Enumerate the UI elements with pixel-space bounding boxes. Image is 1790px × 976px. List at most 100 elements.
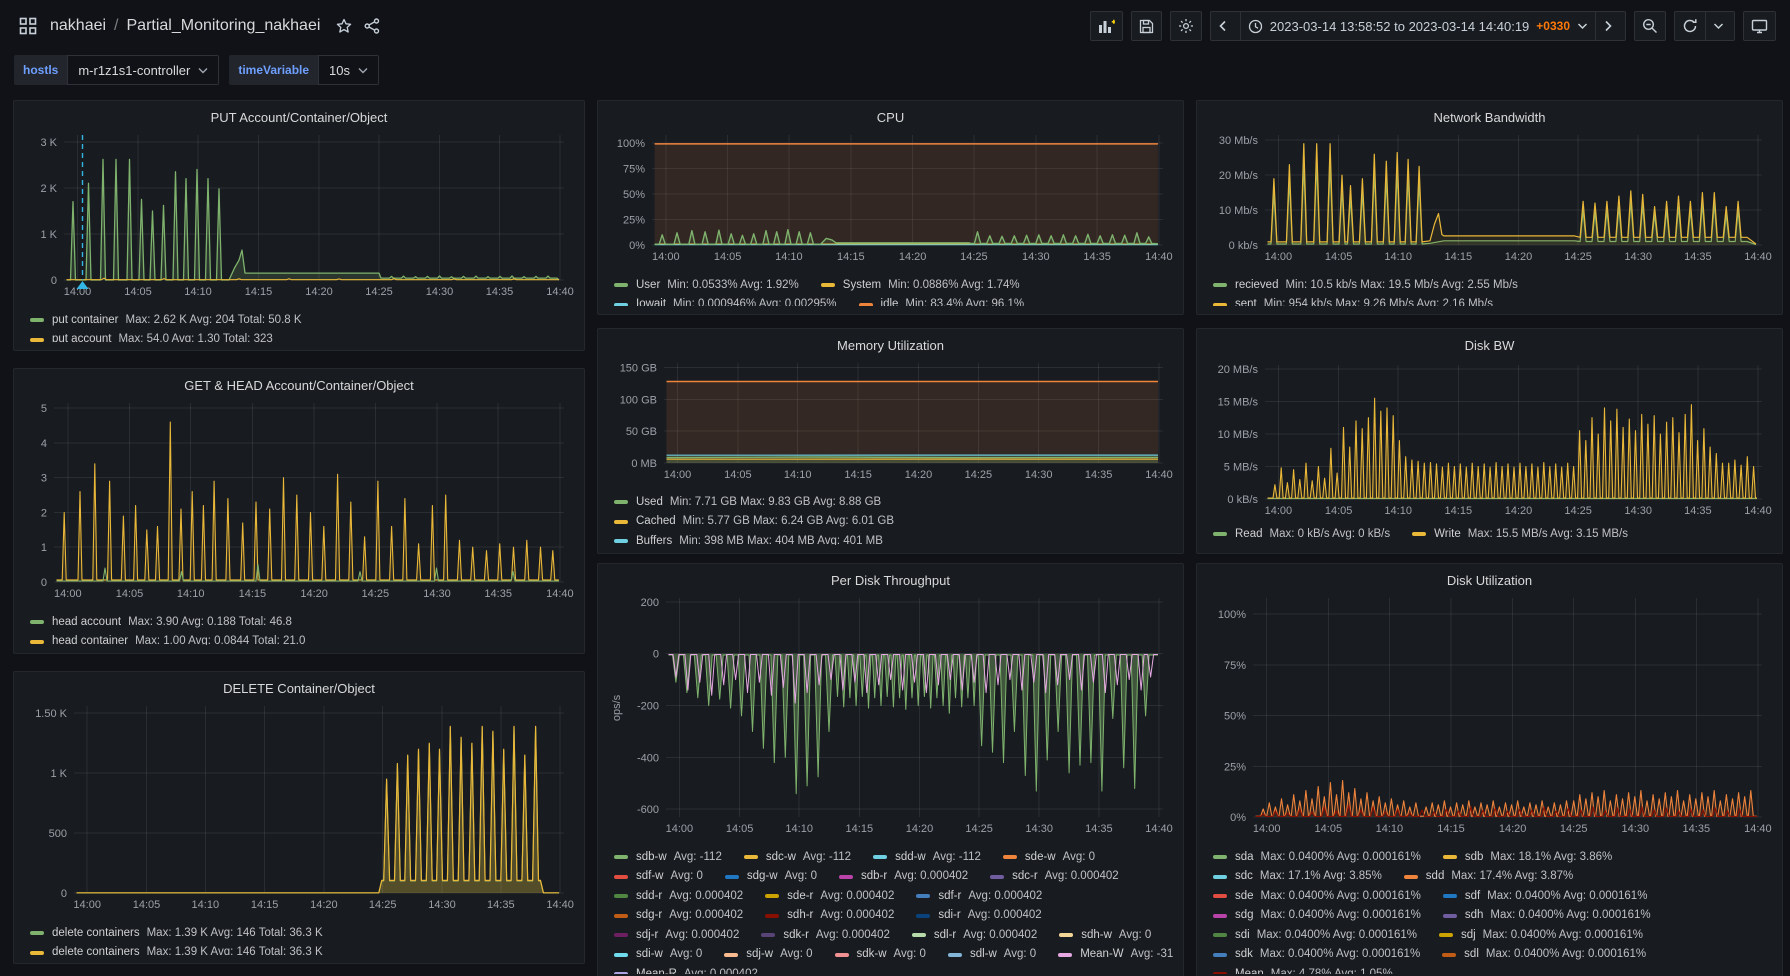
panel-title[interactable]: Network Bandwidth (1207, 107, 1772, 129)
legend-item-sdj[interactable]: sdj Max: 0.0400% Avg: 0.000161% (1438, 927, 1643, 944)
refresh-interval-dropdown[interactable] (1705, 11, 1735, 41)
panel-chart[interactable]: 01 K2 K3 K 14:00 14:05 14:10 14:15 14:20 14:25… (24, 129, 574, 305)
legend-item-sdc[interactable]: sdc Max: 17.1% Avg: 3.85% (1213, 868, 1382, 885)
legend-item-sde-r[interactable]: sde-r Avg: 0.000402 (765, 888, 894, 905)
legend-item-recieved[interactable]: recieved Min: 10.5 kb/s Max: 19.5 Mb/s Av… (1213, 277, 1518, 294)
add-panel-button[interactable] (1089, 11, 1123, 41)
legend-item-sdg-r[interactable]: sdg-r Avg: 0.000402 (614, 907, 743, 924)
svg-text:14:15: 14:15 (1445, 505, 1473, 517)
panel-chart[interactable]: 0 MB 50 GB 100 GB 150 GB 14:00 14:05 14:10 14:1… (608, 357, 1173, 487)
legend-item-delete-containers[interactable]: delete containers Max: 1.39 K Avg: 146 To… (30, 944, 323, 955)
kiosk-mode-button[interactable] (1743, 11, 1776, 41)
legend-item-sdk[interactable]: sdk Max: 0.0400% Avg: 0.000161% (1213, 946, 1420, 963)
variable-hostls-label: hostls (14, 55, 68, 85)
legend-item-sdd-r[interactable]: sdd-r Avg: 0.000402 (614, 888, 743, 905)
legend-item-sdc-w[interactable]: sdc-w Avg: -112 (743, 849, 851, 866)
legend-item-sdl-r[interactable]: sdl-r Avg: 0.000402 (911, 927, 1037, 944)
legend-item-sdb-w[interactable]: sdb-w Avg: -112 (614, 849, 722, 866)
panel-title[interactable]: Disk Utilization (1207, 570, 1772, 592)
legend-item-sdl-w[interactable]: sdl-w Avg: 0 (947, 946, 1036, 963)
svg-text:14:40: 14:40 (1145, 469, 1173, 481)
legend-item-sda[interactable]: sda Max: 0.0400% Avg: 0.000161% (1213, 849, 1421, 866)
legend-item-user[interactable]: User Min: 0.0533% Avg: 1.92% (614, 277, 799, 294)
legend-item-sdd-w[interactable]: sdd-w Avg: -112 (873, 849, 981, 866)
legend-item-sdh-w[interactable]: sdh-w Avg: 0 (1059, 927, 1151, 944)
legend-item-sdb-r[interactable]: sdb-r Avg: 0.000402 (838, 868, 968, 885)
legend-item-sdk-w[interactable]: sdk-w Avg: 0 (834, 946, 926, 963)
panel-title[interactable]: CPU (608, 107, 1173, 129)
variable-hostls-value-dropdown[interactable]: m-r1z1s1-controller (67, 55, 220, 85)
legend-item-put-container[interactable]: put container Max: 2.62 K Avg: 204 Total:… (30, 312, 302, 329)
legend-item-sdd[interactable]: sdd Max: 17.4% Avg: 3.87% (1403, 868, 1573, 885)
legend-item-sdg[interactable]: sdg Max: 0.0400% Avg: 0.000161% (1213, 907, 1421, 924)
breadcrumb-dashboard-title: Partial_Monitoring_nakhaei (126, 17, 321, 34)
svg-text:14:30: 14:30 (1624, 505, 1652, 517)
legend-item-head-account[interactable]: head account Max: 3.90 Avg: 0.188 Total: … (30, 614, 292, 631)
legend-item-cached[interactable]: Cached Min: 5.77 GB Max: 6.24 GB Avg: 6.0… (614, 513, 894, 530)
legend-item-sdl[interactable]: sdl Max: 0.0400% Avg: 0.000161% (1442, 946, 1646, 963)
panel-chart[interactable]: 0 kb/s 10 Mb/s 20 Mb/s 30 Mb/s 14:00 14:05 14:… (1207, 129, 1772, 270)
legend-item-sdf-w[interactable]: sdf-w Avg: 0 (614, 868, 703, 885)
legend-item-delete-containers[interactable]: delete containers Max: 1.39 K Avg: 146 To… (30, 925, 323, 942)
panel-chart[interactable]: 0 500 1 K 1.50 K 14:00 14:05 14:10 14:15 14:20 14… (24, 700, 574, 918)
save-dashboard-button[interactable] (1130, 11, 1162, 41)
time-range-forward-button[interactable] (1596, 11, 1626, 41)
panel-title[interactable]: Per Disk Throughput (608, 570, 1173, 592)
panel-disk-utilization: Disk Utilization 0% 25% 50% 75% 100% 14:00 14:… (1196, 563, 1783, 976)
legend-item-sdh-r[interactable]: sdh-r Avg: 0.000402 (765, 907, 894, 924)
share-icon[interactable] (358, 12, 386, 40)
panel-chart[interactable]: 0% 25% 50% 75% 100% 14:00 14:05 14:10 14:15 14:20… (1207, 592, 1772, 842)
zoom-out-button[interactable] (1634, 11, 1666, 41)
panel-title[interactable]: GET & HEAD Account/Container/Object (24, 375, 574, 397)
legend-item-sdi-r[interactable]: sdi-r Avg: 0.000402 (916, 907, 1042, 924)
legend-item-sdi[interactable]: sdi Max: 0.0400% Avg: 0.000161% (1213, 927, 1417, 944)
legend-item-idle[interactable]: idle Min: 83.4% Avg: 96.1% (858, 296, 1024, 306)
svg-text:150 GB: 150 GB (620, 363, 657, 375)
panel-chart[interactable]: 0 kB/s 5 MB/s 10 MB/s 15 MB/s 20 MB/s 14:00 14… (1207, 359, 1772, 519)
legend-item-buffers[interactable]: Buffers Min: 398 MB Max: 404 MB Avg: 401 … (614, 533, 883, 545)
panel-memory: Memory Utilization 0 MB 50 GB 100 GB 150 GB… (597, 328, 1184, 554)
legend-item-mean-w[interactable]: Mean-W Avg: -31 (1058, 946, 1173, 963)
panel-title[interactable]: Disk BW (1207, 335, 1772, 359)
legend-stats: Min: 0.000946% Avg: 0.00295% (673, 298, 837, 306)
legend-item-sdc-r[interactable]: sdc-r Avg: 0.000402 (990, 868, 1119, 885)
legend-item-sdi-w[interactable]: sdi-w Avg: 0 (614, 946, 702, 963)
dashboard-settings-button[interactable] (1169, 11, 1202, 41)
legend-item-sdf[interactable]: sdf Max: 0.0400% Avg: 0.000161% (1442, 888, 1647, 905)
legend-item-sdh[interactable]: sdh Max: 0.0400% Avg: 0.000161% (1442, 907, 1651, 924)
legend-item-sdj-r[interactable]: sdj-r Avg: 0.000402 (614, 927, 739, 944)
svg-text:10 MB/s: 10 MB/s (1218, 429, 1259, 441)
star-icon[interactable] (330, 12, 358, 40)
variable-timevariable-value-dropdown[interactable]: 10s (318, 55, 380, 85)
panel-chart[interactable]: 200 0 -200 -400 -600 14:00 14:05 14:10 14:15 14:2… (608, 592, 1173, 842)
refresh-button[interactable] (1674, 11, 1706, 41)
legend-item-sde[interactable]: sde Max: 0.0400% Avg: 0.000161% (1213, 888, 1421, 905)
legend-item-used[interactable]: Used Min: 7.71 GB Max: 9.83 GB Avg: 8.88 … (614, 494, 881, 511)
panel-chart[interactable]: 0% 25% 50% 75% 100% 14:00 14:05 14:10 14:15 14:20… (608, 129, 1173, 270)
legend-item-iowait[interactable]: Iowait Min: 0.000946% Avg: 0.00295% (614, 296, 837, 306)
legend-item-head-container[interactable]: head container Max: 1.00 Avg: 0.0844 Tota… (30, 633, 305, 645)
legend-item-put-account[interactable]: put account Max: 54.0 Avg: 1.30 Total: 32… (30, 331, 273, 342)
time-range-back-button[interactable] (1209, 11, 1240, 41)
panel-title[interactable]: Memory Utilization (608, 335, 1173, 357)
legend-item-mean[interactable]: Mean Max: 4.78% Avg: 1.05% (1213, 966, 1393, 974)
legend-item-sde-w[interactable]: sde-w Avg: 0 (1002, 849, 1095, 866)
panel-title[interactable]: PUT Account/Container/Object (24, 107, 574, 129)
time-range-picker[interactable]: 2023-03-14 13:58:52 to 2023-03-14 14:40:… (1239, 11, 1596, 41)
svg-text:14:35: 14:35 (1085, 469, 1113, 481)
legend-item-sdg-w[interactable]: sdg-w Avg: 0 (724, 868, 817, 885)
legend-item-read[interactable]: Read Max: 0 kB/s Avg: 0 kB/s (1213, 526, 1390, 543)
legend-item-system[interactable]: System Min: 0.0886% Avg: 1.74% (820, 277, 1020, 294)
legend-item-sdb[interactable]: sdb Max: 18.1% Avg: 3.86% (1442, 849, 1612, 866)
breadcrumb-folder[interactable]: nakhaei (50, 17, 106, 35)
legend-item-write[interactable]: Write Max: 15.5 MB/s Avg: 3.15 MB/s (1412, 526, 1628, 543)
dashboards-grid-icon[interactable] (14, 12, 42, 40)
legend-item-sdk-r[interactable]: sdk-r Avg: 0.000402 (761, 927, 890, 944)
legend-item-sdf-r[interactable]: sdf-r Avg: 0.000402 (916, 888, 1042, 905)
legend-stats: Min: 7.71 GB Max: 9.83 GB Avg: 8.88 GB (669, 495, 882, 508)
legend-item-mean-r[interactable]: Mean-R Avg: 0.000402 (614, 966, 758, 974)
panel-chart[interactable]: 0 1 2 3 4 5 14:00 14:05 14:10 14:15 14:20 14:25 14:3… (24, 397, 574, 607)
legend-item-sent[interactable]: sent Min: 954 kb/s Max: 9.26 Mb/s Avg: 2.… (1213, 296, 1493, 306)
panel-title[interactable]: DELETE Container/Object (24, 678, 574, 700)
legend-item-sdj-w[interactable]: sdj-w Avg: 0 (724, 946, 813, 963)
